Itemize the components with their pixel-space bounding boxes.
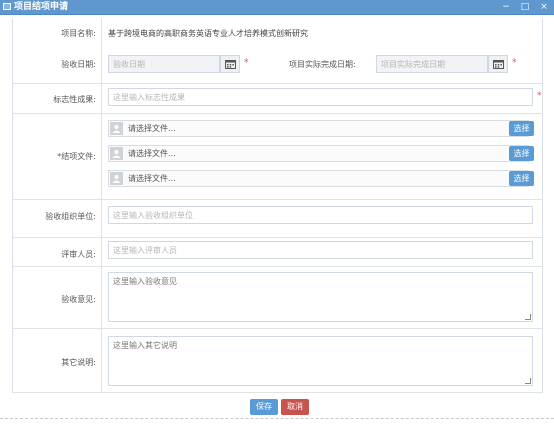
calendar-icon[interactable] <box>488 55 508 73</box>
save-button[interactable]: 保存 <box>250 399 278 415</box>
maximize-icon[interactable]: □ <box>518 1 532 14</box>
window-title: 项目结项申请 <box>14 2 69 12</box>
user-file-icon <box>110 172 123 185</box>
other-notes-textarea[interactable] <box>108 336 533 386</box>
acceptance-org-label: 验收组织单位: <box>45 212 96 221</box>
reviewers-label: 评审人员: <box>61 250 96 259</box>
closing-form: 项目名称: 基于跨境电商的高职商务英语专业人才培养模式创新研究 验收日期: * … <box>12 18 543 393</box>
file-placeholder: 请选择文件... <box>128 124 176 133</box>
file-picker[interactable]: 请选择文件... <box>108 145 529 162</box>
file-picker[interactable]: 请选择文件... <box>108 120 529 137</box>
file-placeholder: 请选择文件... <box>128 149 176 158</box>
row-dates: 验收日期: * 项目实际完成日期: * <box>13 45 542 84</box>
row-landmark-result: 标志性成果: * <box>13 84 542 114</box>
actual-completion-date-label: 项目实际完成日期: <box>289 60 356 69</box>
window-icon <box>3 3 11 10</box>
row-acceptance-org: 验收组织单位: <box>13 200 542 238</box>
row-reviewers: 评审人员: <box>13 238 542 267</box>
choose-file-button[interactable]: 选择 <box>509 171 534 186</box>
resize-handle-icon[interactable] <box>525 378 531 384</box>
acceptance-date-input[interactable] <box>108 55 220 73</box>
landmark-result-label: 标志性成果: <box>53 95 96 104</box>
acceptance-date-label: 验收日期: <box>61 60 96 69</box>
row-acceptance-opinion: 验收意见: <box>13 267 542 329</box>
acceptance-org-input[interactable] <box>108 206 533 224</box>
required-mark: * <box>537 91 542 101</box>
row-project-name: 项目名称: 基于跨境电商的高职商务英语专业人才培养模式创新研究 <box>13 18 542 45</box>
acceptance-opinion-label: 验收意见: <box>61 295 96 304</box>
landmark-result-input[interactable] <box>108 88 533 106</box>
divider <box>0 418 554 419</box>
required-mark: * <box>244 58 249 68</box>
row-other-notes: 其它说明: <box>13 329 542 393</box>
actual-completion-date-input[interactable] <box>376 55 488 73</box>
window-titlebar: 项目结项申请 − □ × <box>0 0 554 15</box>
acceptance-opinion-textarea[interactable] <box>108 272 533 322</box>
file-placeholder: 请选择文件... <box>128 174 176 183</box>
minimize-icon[interactable]: − <box>499 1 513 14</box>
closing-files-label: *结项文件: <box>57 152 96 161</box>
required-mark: * <box>512 58 517 68</box>
resize-handle-icon[interactable] <box>525 314 531 320</box>
choose-file-button[interactable]: 选择 <box>509 146 534 161</box>
choose-file-button[interactable]: 选择 <box>509 121 534 136</box>
other-notes-label: 其它说明: <box>61 358 96 367</box>
user-file-icon <box>110 147 123 160</box>
row-closing-files: *结项文件: 请选择文件... 选择 请选择文件... 选择 请选择文件... … <box>13 114 542 200</box>
user-file-icon <box>110 122 123 135</box>
reviewers-input[interactable] <box>108 241 533 259</box>
project-name-label: 项目名称: <box>61 29 96 38</box>
close-icon[interactable]: × <box>537 1 551 14</box>
calendar-icon[interactable] <box>220 55 240 73</box>
cancel-button[interactable]: 取消 <box>281 399 309 415</box>
project-name-value: 基于跨境电商的高职商务英语专业人才培养模式创新研究 <box>108 29 308 38</box>
file-picker[interactable]: 请选择文件... <box>108 170 529 187</box>
